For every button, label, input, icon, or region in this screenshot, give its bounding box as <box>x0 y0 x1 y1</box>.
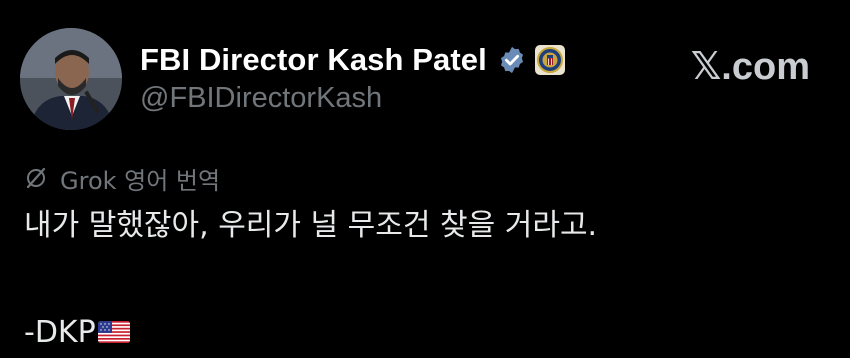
grok-icon <box>24 166 48 190</box>
tweet-signature: -DKP <box>24 314 96 350</box>
verified-badge-icon[interactable] <box>497 45 527 75</box>
us-flag-icon <box>97 321 130 343</box>
display-name[interactable]: FBI Director Kash Patel <box>140 42 487 78</box>
avatar-photo <box>20 28 122 130</box>
author-name-row: FBI Director Kash Patel <box>140 38 565 82</box>
fbi-seal-icon[interactable] <box>534 45 565 75</box>
avatar[interactable] <box>20 28 122 130</box>
x-watermark-text: 𝕏.com <box>690 45 810 88</box>
tweet-signature-row: -DKP <box>24 310 130 354</box>
translation-label: Grok 영어 번역 <box>60 166 221 195</box>
grok-translation-toggle[interactable]: Grok 영어 번역 <box>24 160 220 196</box>
user-handle[interactable]: @FBIDirectorKash <box>140 82 382 115</box>
tweet-text: 내가 말했잖아, 우리가 널 무조건 찾을 거라고. <box>24 208 598 243</box>
x-watermark: 𝕏.com <box>689 44 810 88</box>
